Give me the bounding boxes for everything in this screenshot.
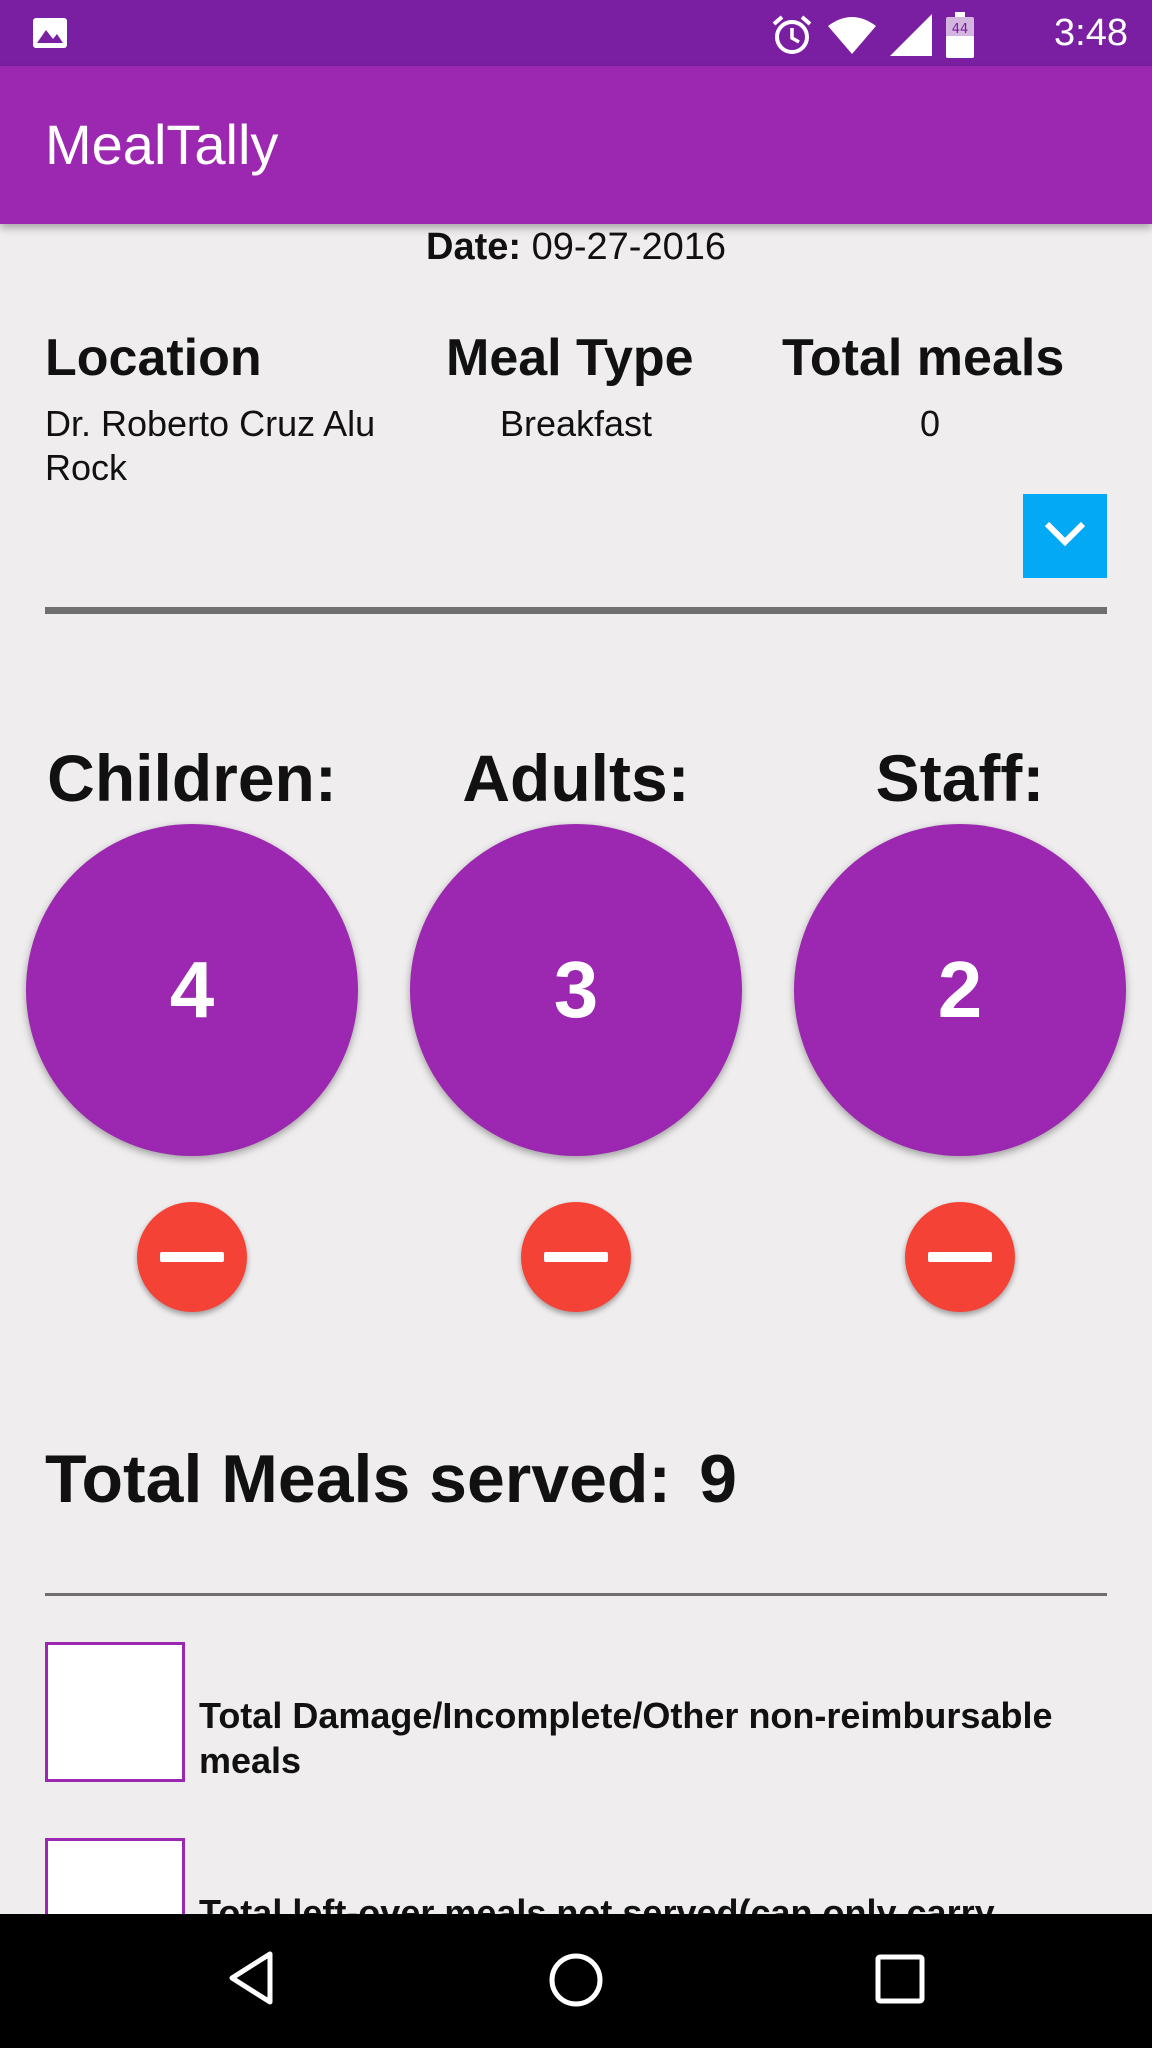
staff-decrement-button[interactable]	[905, 1202, 1015, 1312]
section-divider	[45, 607, 1107, 614]
damaged-meals-label: Total Damage/Incomplete/Other non-reimbu…	[199, 1695, 1053, 1781]
total-meals-served-value: 9	[699, 1441, 737, 1517]
expand-dropdown-button[interactable]	[1023, 494, 1107, 578]
location-header: Location	[45, 329, 262, 387]
meal-type-value: Breakfast	[499, 403, 653, 444]
meal-type-header: Meal Type	[446, 329, 694, 387]
total-meals-served-label: Total Meals served:	[45, 1441, 672, 1517]
signal-icon	[890, 14, 932, 61]
app-title: MealTally	[45, 113, 279, 176]
back-icon[interactable]	[226, 1950, 276, 2011]
damaged-meals-checkbox[interactable]	[45, 1642, 185, 1782]
recents-icon[interactable]	[875, 1954, 925, 2009]
status-bar: 44 3:48	[0, 0, 1152, 66]
adults-label: Adults:	[462, 741, 690, 815]
chevron-down-icon	[1043, 520, 1087, 553]
minus-icon	[160, 1252, 224, 1262]
total-meals-header: Total meals	[782, 329, 1065, 387]
children-label: Children:	[47, 741, 337, 815]
home-icon[interactable]	[548, 1952, 604, 2013]
app-bar: MealTally	[0, 66, 1152, 224]
navigation-bar	[0, 1914, 1152, 2048]
total-meals-served: Total Meals served: 9	[45, 1440, 737, 1518]
svg-text:44: 44	[952, 22, 969, 37]
alarm-icon	[770, 13, 814, 62]
adults-decrement-button[interactable]	[521, 1202, 631, 1312]
children-decrement-button[interactable]	[137, 1202, 247, 1312]
date-value: 09-27-2016	[531, 226, 726, 268]
total-meals-value: 0	[919, 403, 941, 444]
minus-icon	[544, 1252, 608, 1262]
minus-icon	[928, 1252, 992, 1262]
date-row: Date: 09-27-2016	[0, 226, 1152, 269]
staff-counter-button[interactable]: 2	[794, 824, 1126, 1156]
children-counter-button[interactable]: 4	[26, 824, 358, 1156]
staff-label: Staff:	[875, 741, 1045, 815]
adults-counter-button[interactable]: 3	[410, 824, 742, 1156]
battery-icon: 44	[946, 12, 974, 63]
wifi-icon	[828, 16, 876, 59]
gallery-icon	[32, 17, 68, 54]
clock-time: 3:48	[1054, 12, 1128, 54]
location-value: Dr. Roberto Cruz Alu Rock	[45, 403, 376, 488]
total-divider	[45, 1593, 1107, 1596]
date-label: Date:	[426, 226, 522, 268]
